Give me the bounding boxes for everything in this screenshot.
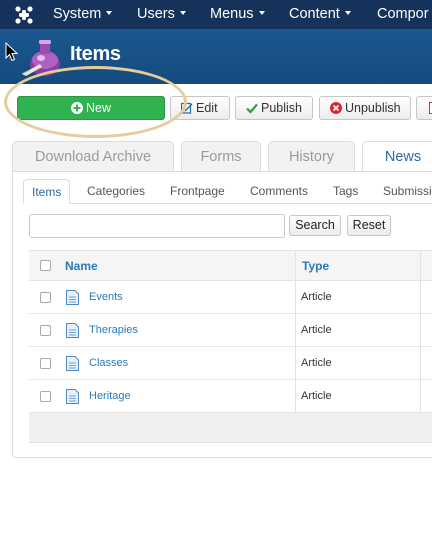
column-divider xyxy=(420,314,421,347)
column-divider xyxy=(420,281,421,314)
unpublish-button[interactable]: Unpublish xyxy=(319,96,411,120)
table-row[interactable]: Heritage Article xyxy=(29,380,432,413)
nav-users[interactable]: Users xyxy=(137,0,186,29)
subtab-comments[interactable]: Comments xyxy=(250,179,308,204)
joomla-logo-icon[interactable] xyxy=(14,5,34,25)
row-checkbox[interactable] xyxy=(40,292,51,303)
nav-menus[interactable]: Menus xyxy=(210,0,265,29)
document-icon xyxy=(66,389,79,404)
check-icon xyxy=(246,103,258,114)
tab-label: History xyxy=(288,149,335,165)
mouse-cursor-icon xyxy=(5,42,19,62)
column-header-type[interactable]: Type xyxy=(302,251,329,282)
item-type: Article xyxy=(301,390,332,402)
item-type: Article xyxy=(301,324,332,336)
search-button-label: Search xyxy=(295,218,335,232)
edit-icon xyxy=(181,102,193,114)
nav-menus-label: Menus xyxy=(210,6,254,22)
column-divider xyxy=(420,251,421,282)
toolbar: New Edit Publish Unpublish xyxy=(0,84,432,130)
item-name-link[interactable]: Heritage xyxy=(89,380,131,413)
table-footer xyxy=(29,413,432,443)
tab-panel: Items Categories Frontpage Comments Tags… xyxy=(12,171,432,458)
subtab-label: Comments xyxy=(250,184,309,198)
document-icon xyxy=(66,290,79,305)
tab-label: News xyxy=(384,149,422,165)
item-name-link[interactable]: Events xyxy=(89,281,123,314)
nav-system[interactable]: System xyxy=(53,0,113,29)
nav-content-label: Content xyxy=(289,6,340,22)
column-header-name[interactable]: Name xyxy=(65,251,98,282)
page-title: Items xyxy=(70,43,121,65)
column-divider xyxy=(295,347,296,380)
subtab-label: Items xyxy=(32,185,62,199)
tab-history[interactable]: History xyxy=(268,141,355,171)
table-header: Name Type xyxy=(29,250,432,282)
table-row[interactable]: Therapies Article xyxy=(29,314,432,347)
tab-download-archive[interactable]: Download Archive xyxy=(12,141,174,171)
reset-button-label: Reset xyxy=(352,218,386,232)
item-name-link[interactable]: Therapies xyxy=(89,314,138,347)
publish-button-label: Publish xyxy=(261,101,302,115)
column-divider xyxy=(295,314,296,347)
new-button-label: New xyxy=(85,101,111,115)
edit-button[interactable]: Edit xyxy=(170,96,230,120)
table-row[interactable]: Classes Article xyxy=(29,347,432,380)
column-divider xyxy=(420,380,421,413)
tab-label: Download Archive xyxy=(34,149,152,165)
x-circle-icon xyxy=(330,101,342,114)
nav-content[interactable]: Content xyxy=(289,0,351,29)
chevron-down-icon xyxy=(344,11,351,16)
tabs-area: Download Archive Forms History News Item… xyxy=(12,141,432,460)
subtab-categories[interactable]: Categories xyxy=(87,179,145,204)
tab-label: Forms xyxy=(200,149,242,165)
item-type: Article xyxy=(301,291,332,303)
nav-components-label: Compor xyxy=(377,6,429,22)
row-checkbox[interactable] xyxy=(40,391,51,402)
subtab-label: Submissi xyxy=(383,184,432,198)
tab-news[interactable]: News xyxy=(362,141,432,172)
tab-forms[interactable]: Forms xyxy=(181,141,261,171)
more-toolbar-button[interactable] xyxy=(416,96,432,120)
subtab-items[interactable]: Items xyxy=(23,179,71,204)
chevron-down-icon xyxy=(258,11,265,16)
nav-components[interactable]: Compor xyxy=(377,0,429,29)
search-input[interactable] xyxy=(29,214,285,238)
publish-button[interactable]: Publish xyxy=(235,96,313,120)
chevron-down-icon xyxy=(106,11,113,16)
item-name-link[interactable]: Classes xyxy=(89,347,128,380)
page-header: Items xyxy=(0,29,432,84)
edit-button-label: Edit xyxy=(196,101,218,115)
new-button[interactable]: New xyxy=(17,96,165,120)
nav-users-label: Users xyxy=(137,6,175,22)
subtab-tags[interactable]: Tags xyxy=(333,179,358,204)
subtab-submissions[interactable]: Submissi xyxy=(383,179,432,204)
table-row[interactable]: Events Article xyxy=(29,281,432,314)
subtab-frontpage[interactable]: Frontpage xyxy=(170,179,225,204)
column-divider xyxy=(420,347,421,380)
row-checkbox[interactable] xyxy=(40,325,51,336)
column-divider xyxy=(295,251,296,282)
column-divider xyxy=(295,281,296,314)
select-all-checkbox[interactable] xyxy=(40,260,51,271)
row-checkbox[interactable] xyxy=(40,358,51,369)
chevron-down-icon xyxy=(179,11,186,16)
ink-bottle-icon xyxy=(21,40,60,76)
item-type: Article xyxy=(301,357,332,369)
subtab-label: Tags xyxy=(333,184,359,198)
column-divider xyxy=(295,380,296,413)
unpublish-button-label: Unpublish xyxy=(345,101,401,115)
top-nav-bar: System Users Menus Content Compor xyxy=(0,0,432,29)
reset-button[interactable]: Reset xyxy=(347,215,391,236)
subtab-label: Frontpage xyxy=(170,184,225,198)
subtabs: Items Categories Frontpage Comments Tags… xyxy=(23,176,432,204)
document-icon xyxy=(66,356,79,371)
page: System Users Menus Content Compor Items … xyxy=(0,0,432,558)
subtab-label: Categories xyxy=(87,184,146,198)
document-icon xyxy=(66,323,79,338)
plus-circle-icon xyxy=(70,101,83,114)
nav-system-label: System xyxy=(53,6,102,22)
search-button[interactable]: Search xyxy=(289,215,341,236)
